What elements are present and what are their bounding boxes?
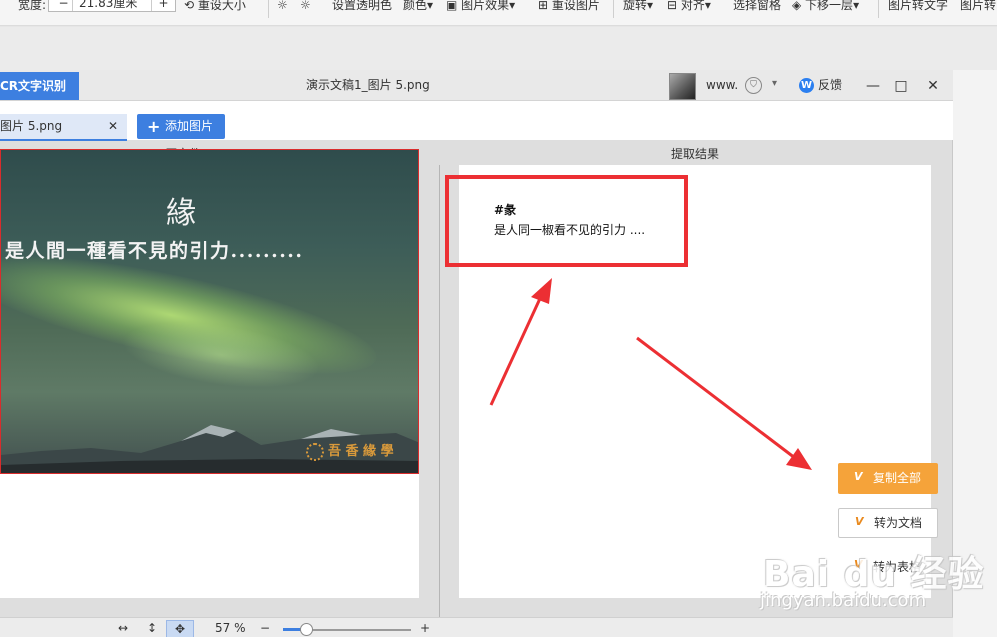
avatar[interactable] [669, 73, 696, 100]
convert-to-document-button[interactable]: V 转为文档 [838, 508, 938, 538]
image-watermark: 吾 香 緣 學 [306, 440, 416, 462]
highlight-box [445, 175, 688, 267]
chevron-down-icon[interactable]: ▾ [772, 78, 777, 89]
reset-picture-label: 重设图片 [551, 0, 600, 12]
add-picture-button[interactable]: + 添加图片 [137, 114, 225, 139]
width-label: 宽度: [18, 0, 47, 12]
brightness-down-icon[interactable]: ☼ [300, 0, 311, 15]
color-label: 颜色 [403, 0, 428, 12]
zoom-value: 57 % [215, 621, 246, 635]
reset-size-button[interactable]: ⟲ 重设大小 [184, 0, 246, 15]
picture-to-more-button[interactable]: 图片转 [960, 0, 996, 15]
feedback-icon[interactable]: W [799, 78, 814, 93]
align-dropdown[interactable]: ⊟ 对齐▾ [667, 0, 711, 15]
feedback-button[interactable]: 反馈 [818, 70, 842, 101]
copy-all-button[interactable]: V 复制全部 [838, 463, 938, 494]
vip-icon: V [855, 515, 864, 528]
zoom-in-button[interactable]: + [420, 618, 430, 637]
minimize-button[interactable]: — [862, 75, 884, 97]
width-stepper[interactable]: − 21.83厘米 + [48, 0, 176, 12]
sun-logo-icon [306, 442, 324, 461]
pane-divider[interactable] [439, 165, 440, 637]
send-backward-label: 下移一层 [805, 0, 854, 12]
image-title-char: 緣 [166, 196, 196, 231]
copy-all-label: 复制全部 [873, 471, 922, 485]
width-value[interactable]: 21.83厘米 [79, 0, 137, 11]
baidu-jingyan-url: jingyan.baidu.com [760, 590, 927, 611]
image-watermark-text: 吾 香 緣 學 [328, 444, 394, 459]
mountain-silhouette [1, 425, 418, 473]
document-background-right [953, 70, 997, 637]
ribbon-toolbar: 宽度: − 21.83厘米 + ⟲ 重设大小 ☼ ☼ 设置透明色 颜色▾ ▣ 图… [0, 0, 997, 26]
fit-height-icon[interactable]: ↕ [147, 618, 157, 637]
file-tab[interactable]: 图片 5.png ✕ [0, 114, 127, 141]
width-increase-button[interactable]: + [151, 0, 175, 11]
align-label: 对齐 [680, 0, 705, 12]
picture-to-text-button[interactable]: 图片转文字 [888, 0, 948, 15]
brightness-up-icon[interactable]: ☼ [277, 0, 288, 15]
vip-icon: V [854, 470, 863, 483]
convert-to-document-label: 转为文档 [874, 516, 923, 530]
set-transparent-button[interactable]: 设置透明色 [332, 0, 392, 15]
close-icon[interactable]: ✕ [108, 114, 118, 139]
move-tool-icon[interactable]: ✥ [166, 620, 194, 637]
picture-effects-dropdown[interactable]: ▣ 图片效果▾ [446, 0, 515, 15]
result-column-header: 提取结果 [671, 147, 720, 161]
reset-size-label: 重设大小 [197, 0, 246, 12]
ribbon-divider [878, 0, 879, 18]
selection-pane-button[interactable]: 选择窗格 [733, 0, 781, 15]
close-button[interactable]: ✕ [922, 75, 944, 97]
add-picture-label: 添加图片 [165, 119, 214, 133]
document-background [0, 27, 997, 70]
source-image: 緣 是人間一種看不見的引力......... 吾 香 緣 學 [0, 149, 419, 474]
shield-icon[interactable]: ⛉ [745, 77, 762, 94]
maximize-button[interactable]: □ [890, 75, 912, 97]
file-tab-label: 图片 5.png [0, 119, 63, 133]
ribbon-divider [268, 0, 269, 18]
send-backward-dropdown[interactable]: ◈ 下移一层▾ [792, 0, 859, 15]
bottom-toolbar: ↔ ↕ ✥ 57 % − + [0, 617, 953, 637]
fit-width-icon[interactable]: ↔ [118, 618, 128, 637]
user-name[interactable]: www. [706, 70, 738, 101]
window-title: 演示文稿1_图片 5.png [306, 78, 430, 92]
ocr-tab[interactable]: CR文字识别 [0, 72, 79, 100]
reset-picture-button[interactable]: ⊞ 重设图片 [538, 0, 600, 15]
image-subtitle: 是人間一種看不見的引力......... [5, 240, 304, 262]
dialog-titlebar: CR文字识别 演示文稿1_图片 5.png www. ⛉ ▾ W 反馈 — □ … [0, 70, 953, 101]
rotate-label: 旋转 [623, 0, 648, 12]
width-decrease-button[interactable]: − [55, 0, 73, 11]
rotate-dropdown[interactable]: 旋转▾ [623, 0, 653, 15]
plus-icon: + [147, 117, 161, 136]
picture-effects-label: 图片效果 [461, 0, 510, 12]
ribbon-divider [613, 0, 614, 18]
zoom-slider-handle[interactable] [300, 623, 314, 636]
color-dropdown[interactable]: 颜色▾ [403, 0, 433, 15]
zoom-out-button[interactable]: − [260, 618, 270, 637]
